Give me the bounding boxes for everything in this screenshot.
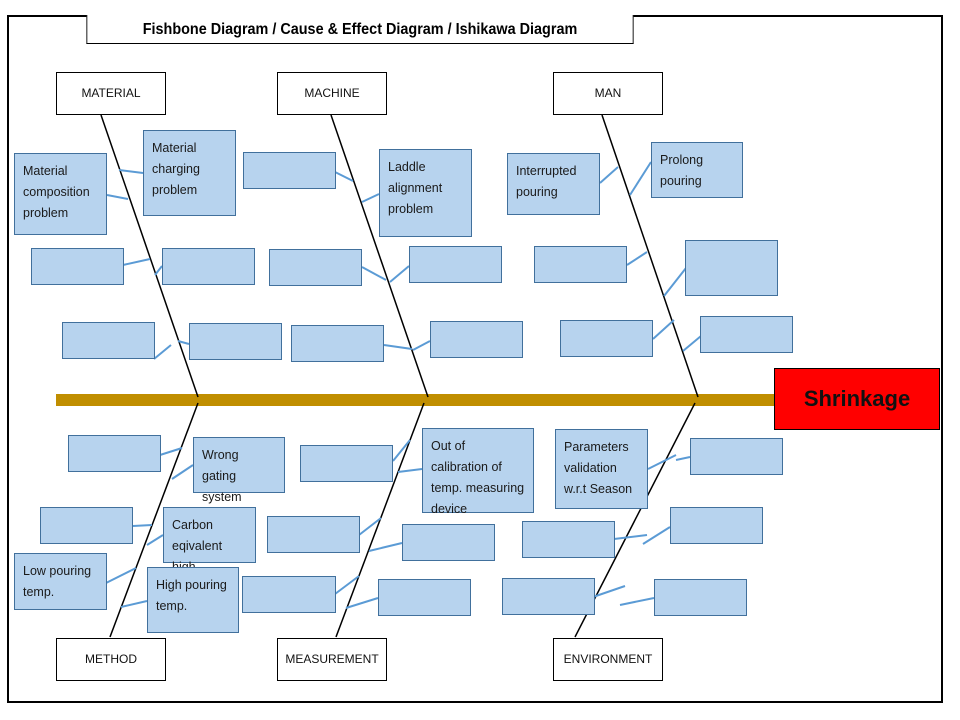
cause-box-machine-1 [243,152,336,189]
connector [122,258,151,266]
cause-box-measurement-6 [378,579,471,616]
connector [120,600,148,608]
cause-box-environment-3 [522,521,615,558]
cause-box-measurement-5 [242,576,336,613]
cause-box-measurement-2: Out of calibration of temp. measuring de… [422,428,534,516]
connector [153,344,172,360]
connector [118,169,144,174]
cause-box-method-5: Low pouring temp. [14,553,107,610]
connector [383,344,413,350]
cause-box-measurement-4 [402,524,495,561]
connector [619,597,655,606]
connector [663,267,687,297]
connector [626,251,648,266]
cause-box-man-6 [700,316,793,353]
cause-box-machine-4 [409,246,502,283]
connector [675,456,691,461]
cause-box-man-4 [685,240,778,296]
category-material: MATERIAL [56,72,166,115]
cause-box-method-4: Carbon eqivalent high [163,507,256,574]
cause-box-machine-5 [291,325,384,362]
category-machine: MACHINE [277,72,387,115]
cause-box-material-2: Material charging problem [143,130,236,216]
cause-box-environment-1: Parameters validation w.r.t Season [555,429,648,509]
cause-box-method-2: Wrong gating system [193,437,285,504]
cause-box-man-3 [534,246,627,283]
cause-box-man-5 [560,320,653,357]
connector [412,340,431,351]
category-method: METHOD [56,638,166,681]
cause-box-environment-6 [654,579,747,616]
cause-box-environment-5 [502,578,595,615]
connector [154,265,163,276]
cause-box-environment-2 [690,438,783,475]
connector [132,524,153,527]
category-measurement: MEASUREMENT [277,638,387,681]
cause-box-man-2: Prolong pouring [651,142,743,198]
connector [361,266,387,281]
cause-box-material-5 [62,322,155,359]
cause-box-measurement-3 [267,516,360,553]
cause-box-material-1: Material composition problem [14,153,107,235]
connector [392,439,411,462]
connector [146,534,164,546]
effect-box: Shrinkage [774,368,940,430]
connector [629,161,652,196]
connector [682,335,702,352]
connector [397,468,423,473]
diagram-title: Fishbone Diagram / Cause & Effect Diagra… [86,15,634,44]
spine [56,394,776,406]
cause-box-machine-2: Laddle alignment problem [379,149,472,237]
cause-box-machine-6 [430,321,523,358]
cause-box-environment-4 [670,507,763,544]
connector [389,265,410,283]
cause-box-machine-3 [269,249,362,286]
cause-box-measurement-1 [300,445,393,482]
cause-box-material-6 [189,323,282,360]
connector [361,193,380,203]
connector [613,534,648,540]
connector [368,542,403,552]
connector [599,166,619,184]
connector [171,464,194,480]
connector [106,194,129,200]
connector [652,319,675,340]
cause-box-material-3 [31,248,124,285]
cause-box-method-1 [68,435,161,472]
cause-box-method-3 [40,507,133,544]
cause-box-method-6: High pouring temp. [147,567,239,633]
cause-box-man-1: Interrupted pouring [507,153,600,215]
category-environment: ENVIRONMENT [553,638,663,681]
category-man: MAN [553,72,663,115]
cause-box-material-4 [162,248,255,285]
